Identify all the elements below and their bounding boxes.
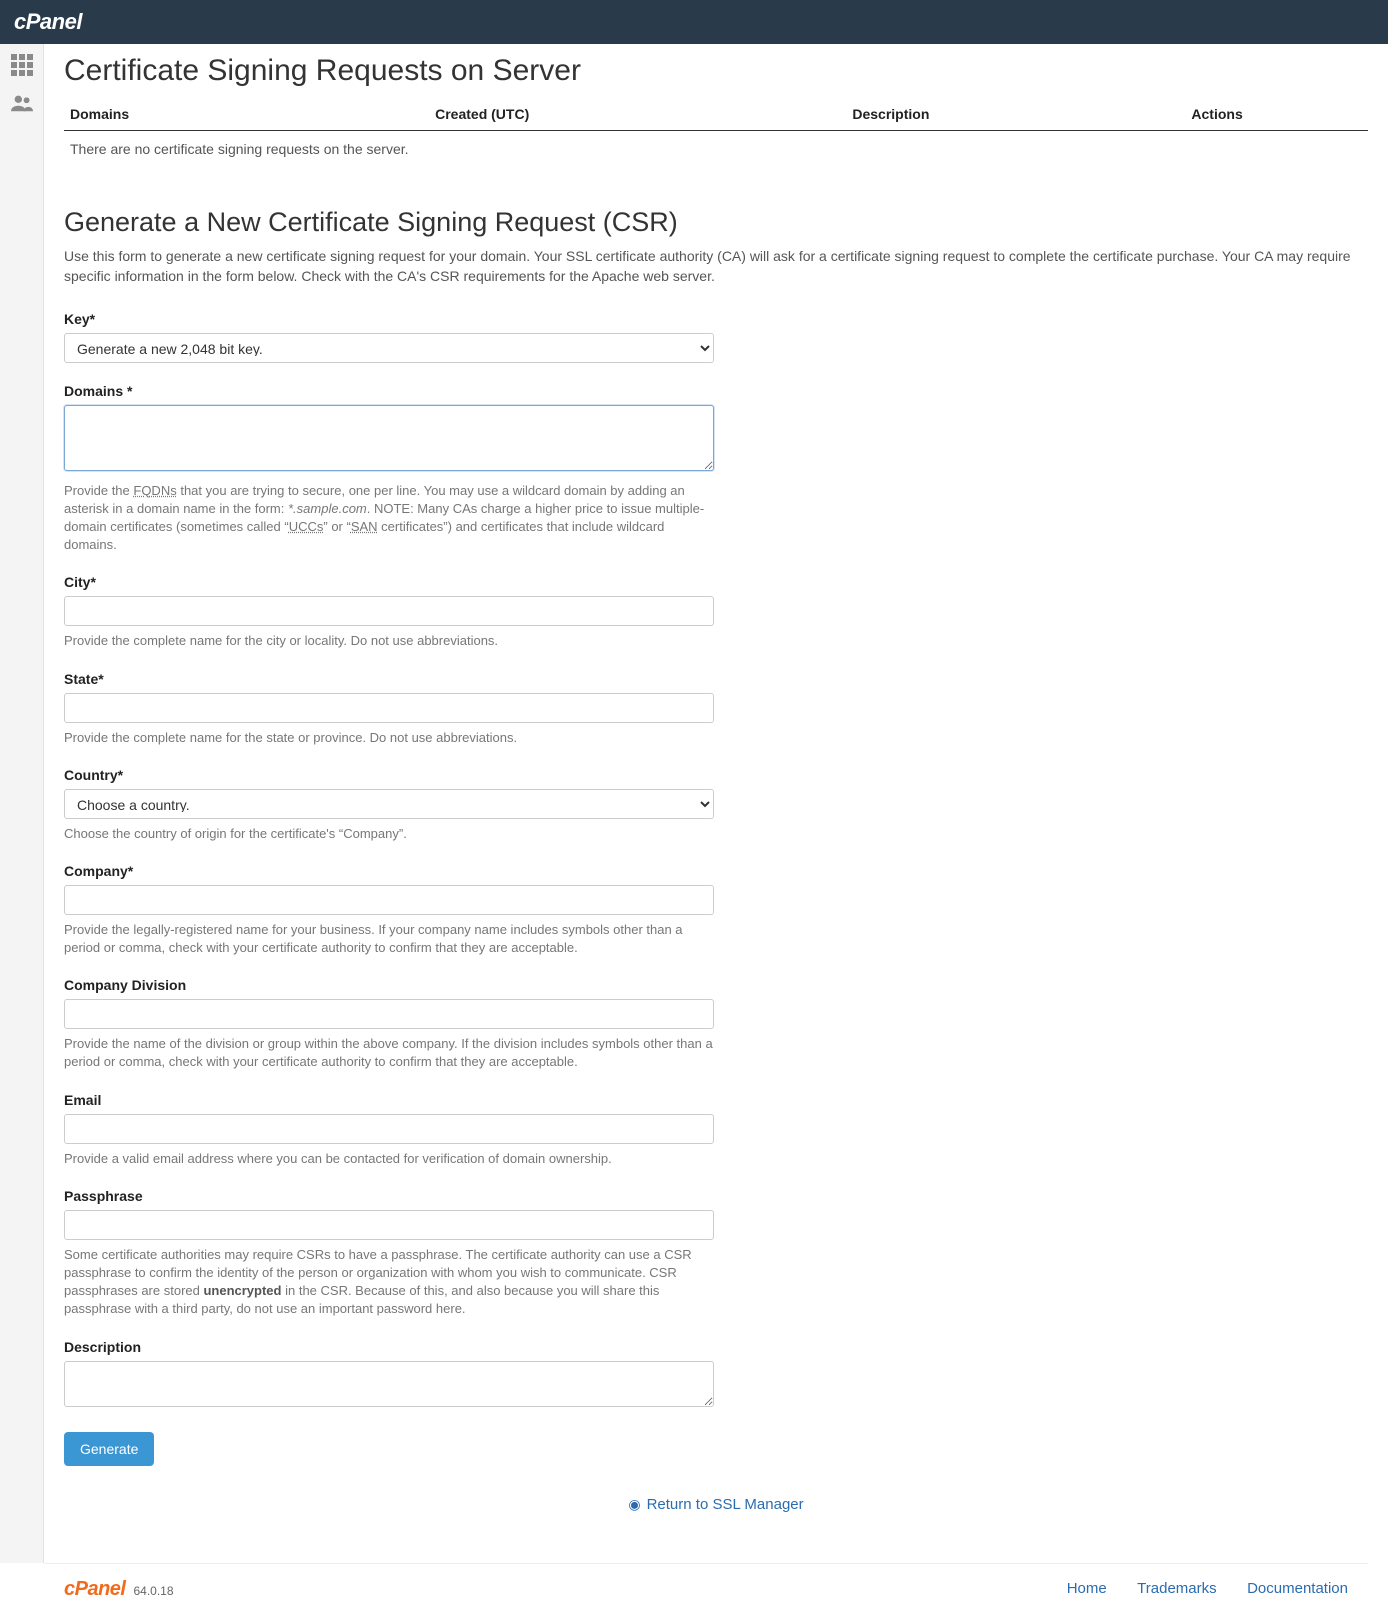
- division-input[interactable]: [64, 999, 714, 1029]
- footer-link-documentation[interactable]: Documentation: [1247, 1580, 1348, 1597]
- footer-cpanel-logo: cPanel: [64, 1578, 125, 1601]
- state-input[interactable]: [64, 693, 714, 723]
- city-input[interactable]: [64, 596, 714, 626]
- company-field: Company* Provide the legally-registered …: [64, 863, 714, 957]
- nav-rail: [0, 44, 44, 1563]
- th-description: Description: [846, 98, 1185, 131]
- top-header: cPanel: [0, 0, 1388, 44]
- return-to-ssl-link[interactable]: ◉ Return to SSL Manager: [628, 1496, 803, 1513]
- state-help: Provide the complete name for the state …: [64, 729, 714, 747]
- description-label: Description: [64, 1339, 714, 1355]
- state-field: State* Provide the complete name for the…: [64, 671, 714, 747]
- csr-empty-row: There are no certificate signing request…: [64, 131, 1368, 168]
- company-input[interactable]: [64, 885, 714, 915]
- passphrase-input[interactable]: [64, 1210, 714, 1240]
- apps-grid-icon[interactable]: [11, 54, 33, 76]
- description-field: Description: [64, 1339, 714, 1412]
- domains-field: Domains * Provide the FQDNs that you are…: [64, 383, 714, 555]
- main-content: Certificate Signing Requests on Server D…: [44, 44, 1388, 1563]
- country-help: Choose the country of origin for the cer…: [64, 825, 714, 843]
- email-field: Email Provide a valid email address wher…: [64, 1092, 714, 1168]
- generate-button[interactable]: Generate: [64, 1432, 154, 1466]
- email-label: Email: [64, 1092, 714, 1108]
- footer-version: 64.0.18: [133, 1584, 173, 1598]
- arrow-left-circle-icon: ◉: [628, 1496, 640, 1512]
- division-help: Provide the name of the division or grou…: [64, 1035, 714, 1071]
- domains-label: Domains *: [64, 383, 714, 399]
- company-help: Provide the legally-registered name for …: [64, 921, 714, 957]
- passphrase-label: Passphrase: [64, 1188, 714, 1204]
- section-heading: Generate a New Certificate Signing Reque…: [64, 207, 1368, 238]
- city-help: Provide the complete name for the city o…: [64, 632, 714, 650]
- domains-help: Provide the FQDNs that you are trying to…: [64, 482, 714, 555]
- return-link-label: Return to SSL Manager: [647, 1496, 804, 1513]
- footer: cPanel 64.0.18 Home Trademarks Documenta…: [44, 1563, 1368, 1615]
- page-title: Certificate Signing Requests on Server: [64, 54, 1368, 88]
- key-select[interactable]: Generate a new 2,048 bit key.: [64, 333, 714, 363]
- city-field: City* Provide the complete name for the …: [64, 574, 714, 650]
- return-link-row: ◉ Return to SSL Manager: [64, 1496, 1368, 1513]
- passphrase-help: Some certificate authorities may require…: [64, 1246, 714, 1319]
- passphrase-field: Passphrase Some certificate authorities …: [64, 1188, 714, 1319]
- csr-table: Domains Created (UTC) Description Action…: [64, 98, 1368, 167]
- company-label: Company*: [64, 863, 714, 879]
- users-icon[interactable]: [11, 94, 33, 118]
- cpanel-logo: cPanel: [14, 9, 82, 35]
- country-label: Country*: [64, 767, 714, 783]
- cpanel-logo-text: cPanel: [14, 9, 82, 34]
- domains-textarea[interactable]: [64, 405, 714, 471]
- th-created: Created (UTC): [429, 98, 846, 131]
- state-label: State*: [64, 671, 714, 687]
- description-textarea[interactable]: [64, 1361, 714, 1407]
- section-intro: Use this form to generate a new certific…: [64, 246, 1368, 287]
- division-field: Company Division Provide the name of the…: [64, 977, 714, 1071]
- email-input[interactable]: [64, 1114, 714, 1144]
- footer-link-trademarks[interactable]: Trademarks: [1137, 1580, 1216, 1597]
- footer-link-home[interactable]: Home: [1067, 1580, 1107, 1597]
- email-help: Provide a valid email address where you …: [64, 1150, 714, 1168]
- country-field: Country* Choose a country. Choose the co…: [64, 767, 714, 843]
- th-actions: Actions: [1185, 98, 1368, 131]
- th-domains: Domains: [64, 98, 429, 131]
- key-label: Key*: [64, 311, 714, 327]
- division-label: Company Division: [64, 977, 714, 993]
- key-field: Key* Generate a new 2,048 bit key.: [64, 311, 714, 363]
- country-select[interactable]: Choose a country.: [64, 789, 714, 819]
- city-label: City*: [64, 574, 714, 590]
